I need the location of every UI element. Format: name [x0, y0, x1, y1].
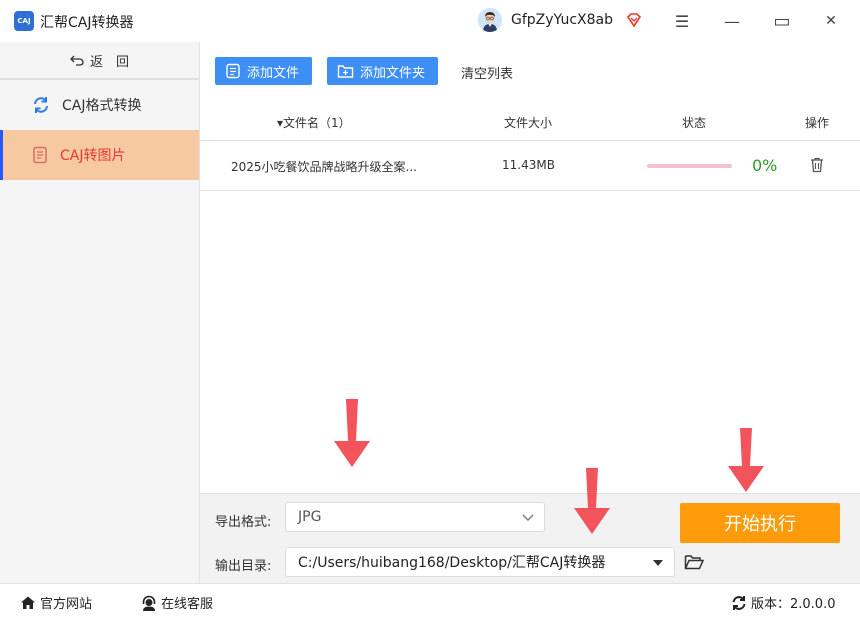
app-title: 汇帮CAJ转换器	[40, 15, 134, 31]
trash-icon[interactable]	[810, 157, 824, 173]
red-arrow-start-icon	[728, 428, 764, 492]
sidebar-item-label: CAJ格式转换	[62, 98, 142, 114]
output-dir-value: C:/Users/huibang168/Desktop/汇帮CAJ转换器	[298, 555, 606, 571]
sidebar-item-caj-to-image[interactable]: CAJ转图片	[0, 130, 199, 180]
add-folder-button[interactable]: 添加文件夹	[327, 57, 438, 85]
minimize-button[interactable]: —	[720, 9, 744, 33]
column-filename[interactable]: ▾文件名（1）	[277, 114, 351, 131]
output-dir-label: 输出目录:	[215, 559, 272, 574]
open-folder-icon[interactable]	[684, 554, 704, 570]
user-avatar[interactable]	[478, 8, 502, 32]
official-website-label: 官方网站	[40, 597, 93, 612]
customer-service-icon	[142, 595, 156, 611]
row-filename: 2025小吃餐饮品牌战略升级全案...	[231, 160, 417, 174]
back-label: 返 回	[89, 54, 129, 70]
file-table-header: ▾文件名（1） 文件大小 状态 操作	[200, 100, 860, 141]
red-arrow-output-icon	[574, 468, 610, 534]
home-icon	[21, 596, 35, 609]
maximize-button[interactable]: ▭	[770, 9, 794, 33]
official-website-link[interactable]: 官方网站	[20, 593, 92, 612]
sidebar-item-label: CAJ转图片	[60, 148, 126, 164]
app-logo-icon: CAJ	[14, 11, 34, 31]
output-dir-select[interactable]: C:/Users/huibang168/Desktop/汇帮CAJ转换器	[285, 547, 675, 577]
online-support-link[interactable]: 在线客服	[141, 593, 213, 612]
file-icon	[226, 63, 240, 79]
red-arrow-format-icon	[334, 399, 370, 467]
back-button[interactable]: 返 回	[0, 42, 199, 80]
update-icon	[732, 595, 746, 610]
version-info: 版本：2.0.0.0	[731, 593, 835, 612]
start-button[interactable]: 开始执行	[680, 503, 840, 543]
column-filesize: 文件大小	[504, 116, 553, 130]
column-actions: 操作	[805, 116, 830, 130]
folder-add-icon	[337, 65, 354, 78]
user-name[interactable]: GfpZyYucX8ab	[511, 12, 613, 28]
title-bar: CAJ 汇帮CAJ转换器 GfpZyYucX8ab ☰ — ▭ ✕	[0, 0, 860, 42]
caret-down-icon	[653, 560, 663, 566]
row-filesize: 11.43MB	[502, 158, 555, 172]
add-file-button[interactable]: 添加文件	[215, 57, 312, 85]
add-folder-label: 添加文件夹	[360, 65, 426, 81]
vip-diamond-icon[interactable]	[626, 12, 642, 28]
chevron-down-icon	[522, 514, 534, 521]
sidebar-item-caj-format[interactable]: CAJ格式转换	[0, 80, 199, 130]
close-button[interactable]: ✕	[819, 9, 843, 33]
document-icon	[33, 146, 47, 164]
column-status: 状态	[682, 116, 707, 130]
format-select[interactable]: JPG	[285, 502, 545, 532]
toolbar: 添加文件 添加文件夹 清空列表	[200, 42, 860, 100]
version-label: 版本：2.0.0.0	[751, 597, 836, 612]
format-select-value: JPG	[298, 509, 322, 525]
table-row[interactable]: 2025小吃餐饮品牌战略升级全案... 11.43MB 0%	[200, 141, 860, 191]
refresh-icon	[34, 97, 48, 113]
status-bar: 官方网站 在线客服 版本：2.0.0.0	[0, 583, 860, 617]
format-label: 导出格式:	[215, 515, 272, 530]
row-progress-text: 0%	[752, 156, 778, 175]
add-file-label: 添加文件	[247, 65, 300, 81]
settings-panel: 导出格式: JPG 输出目录: C:/Users/huibang168/Desk…	[200, 493, 860, 583]
online-support-label: 在线客服	[161, 597, 214, 612]
menu-icon[interactable]: ☰	[670, 9, 694, 33]
sidebar: 返 回 CAJ格式转换 CAJ转图片	[0, 42, 200, 583]
clear-list-button[interactable]: 清空列表	[461, 63, 513, 82]
row-progress-bar	[647, 164, 732, 168]
back-arrow-icon	[70, 55, 84, 66]
